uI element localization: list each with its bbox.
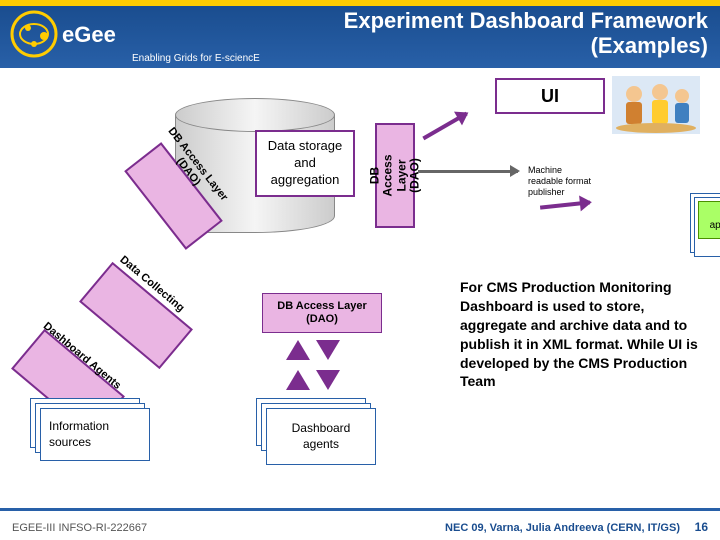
header: eGee Experiment Dashboard Framework (Exa…: [0, 0, 720, 68]
footer: EGEE-III INFSO-RI-222667 NEC 09, Varna, …: [0, 508, 720, 540]
arrow-down-2: [316, 370, 340, 390]
arrow-up-2: [286, 370, 310, 390]
arrow-machine-readable: [418, 170, 518, 173]
footer-left: EGEE-III INFSO-RI-222667: [12, 522, 147, 534]
other-apps-box: Other applications: [698, 201, 720, 239]
dashboard-agents-box: Dashboard agents: [266, 408, 376, 465]
storage-box: Data storage and aggregation: [255, 130, 355, 197]
machine-readable-label: Machine readable format publisher: [528, 165, 598, 197]
dao-pink-box: DB Access Layer (DAO): [262, 293, 382, 333]
page-number: 16: [695, 520, 708, 534]
diagram-area: UI Data storage and aggregation DB Acces…: [0, 68, 720, 508]
page-subtitle: Enabling Grids for E-sciencE: [132, 53, 260, 64]
dao-vertical-label: DB Access Layer (DAO): [343, 156, 448, 196]
page-title: Experiment Dashboard Framework (Examples…: [344, 8, 708, 59]
footer-right: NEC 09, Varna, Julia Andreeva (CERN, IT/…: [445, 522, 680, 534]
arrow-up-1: [286, 340, 310, 360]
arrow-to-apps: [540, 200, 590, 209]
arrow-down-1: [316, 340, 340, 360]
people-image: [612, 76, 700, 134]
info-sources-box: Information sources: [40, 408, 150, 461]
description-text: For CMS Production Monitoring Dashboard …: [460, 278, 700, 391]
ui-box: UI: [495, 78, 605, 114]
egee-logo: eGee: [8, 10, 128, 58]
svg-text:eGee: eGee: [62, 22, 116, 47]
arrow-to-ui: [422, 112, 467, 140]
